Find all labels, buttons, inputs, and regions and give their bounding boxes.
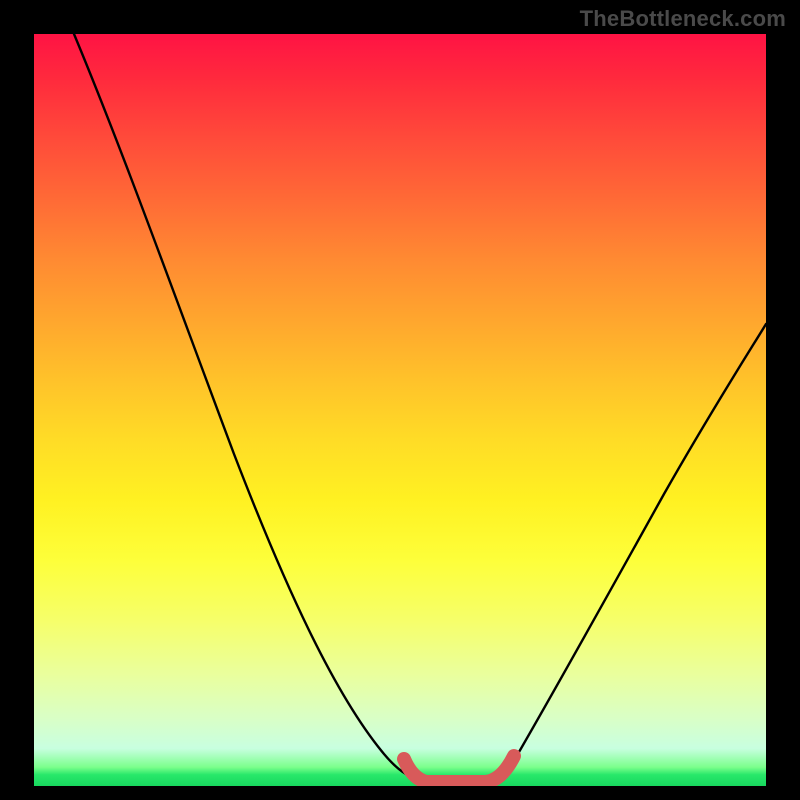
plot-area	[34, 34, 766, 786]
bottleneck-curve	[74, 34, 766, 782]
chart-frame: TheBottleneck.com	[0, 0, 800, 800]
watermark-text: TheBottleneck.com	[580, 6, 786, 32]
curve-layer	[34, 34, 766, 786]
sweet-spot-band	[404, 756, 514, 782]
